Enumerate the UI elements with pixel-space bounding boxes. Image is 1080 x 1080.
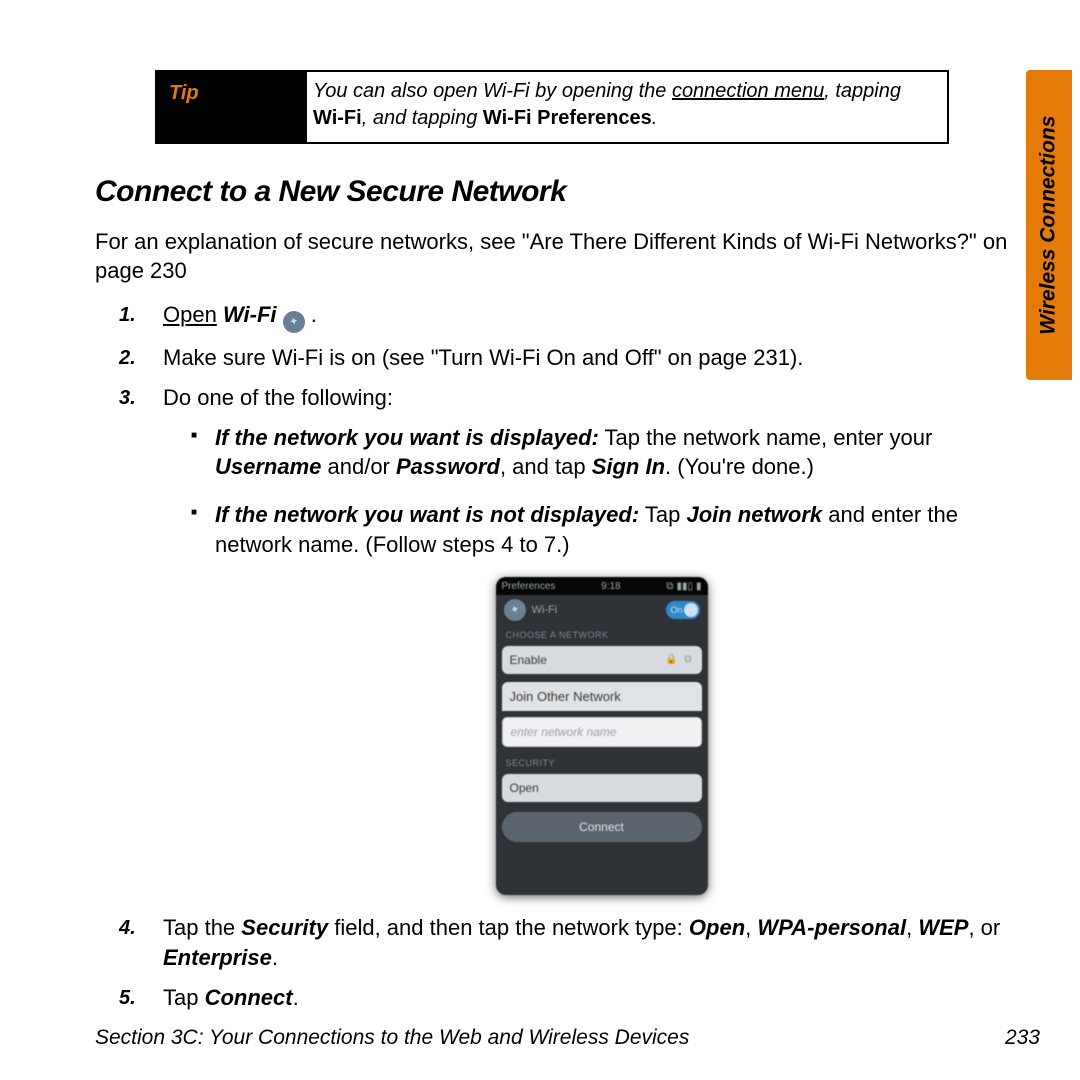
phone-app-menu[interactable]: Preferences: [502, 581, 556, 592]
tip-body: You can also open Wi-Fi by opening the c…: [307, 72, 947, 142]
connect-button[interactable]: Connect: [502, 812, 702, 842]
join-network-label: Join network: [686, 502, 822, 527]
sub-text: , and tap: [500, 454, 592, 479]
step-text: ,: [906, 915, 918, 940]
phone-screenshot: Preferences 9:18 ⧉ ▮▮▯ ▮ ✦ Wi-Fi: [163, 577, 1040, 895]
tip-box: Tip You can also open Wi-Fi by opening t…: [155, 70, 949, 144]
tip-bold: Wi-Fi: [313, 107, 362, 129]
tip-text: .: [652, 107, 658, 129]
phone-wifi-row: ✦ Wi-Fi On: [496, 595, 708, 625]
step-text: Tap the: [163, 915, 241, 940]
join-other-network-header: Join Other Network: [502, 682, 702, 712]
type-enterprise: Enterprise: [163, 945, 272, 970]
side-tab-wireless-connections: Wireless Connections: [1026, 70, 1072, 380]
choose-network-header: CHOOSE A NETWORK: [496, 625, 708, 643]
step-text: field, and then tap the network type:: [328, 915, 689, 940]
sub-lead: If the network you want is not displayed…: [215, 502, 639, 527]
step-text: .: [305, 302, 317, 327]
step-3: Do one of the following: If the network …: [155, 383, 1040, 895]
phone-clock: 9:18: [601, 580, 620, 594]
wifi-icon: ✦: [501, 597, 528, 624]
network-icons: 🔒 ⧉: [665, 653, 693, 667]
step-text: Tap: [163, 985, 205, 1010]
step-text: Do one of the following:: [163, 385, 393, 410]
wifi-status-icon: ⧉: [666, 580, 673, 594]
intro-paragraph: For an explanation of secure networks, s…: [95, 227, 1040, 286]
wifi-icon: ✦: [280, 309, 307, 336]
step-5: Tap Connect.: [155, 983, 1040, 1013]
wifi-toggle[interactable]: On: [666, 601, 700, 619]
tip-text: , and tapping: [362, 107, 483, 129]
phone-frame: Preferences 9:18 ⧉ ▮▮▯ ▮ ✦ Wi-Fi: [496, 577, 708, 895]
phone-status-icons: ⧉ ▮▮▯ ▮: [666, 580, 701, 594]
tip-text: You can also open Wi-Fi by opening the: [313, 80, 672, 102]
battery-icon: ▮: [696, 580, 702, 594]
step-text: , or: [968, 915, 1000, 940]
tip-text: , tapping: [824, 80, 901, 102]
security-label: Security: [241, 915, 328, 940]
signal-icon: ▮▮▯: [676, 580, 693, 594]
step-3b: If the network you want is not displayed…: [191, 500, 1040, 559]
sub-text: . (You're done.): [665, 454, 814, 479]
wifi-signal-icon: ⧉: [684, 654, 693, 665]
password-label: Password: [396, 454, 500, 479]
page-number: 233: [1005, 1024, 1040, 1052]
tip-bold: Wi-Fi Preferences: [483, 107, 652, 129]
network-name-input[interactable]: enter network name: [502, 717, 702, 747]
connection-menu-link[interactable]: connection menu: [672, 80, 824, 102]
section-heading: Connect to a New Secure Network: [95, 172, 1040, 213]
security-field[interactable]: Open: [502, 774, 702, 802]
phone-wifi-label: Wi-Fi: [532, 603, 558, 618]
type-open: Open: [689, 915, 745, 940]
footer-section: Section 3C: Your Connections to the Web …: [95, 1024, 689, 1052]
lock-icon: 🔒: [665, 654, 679, 665]
step-2: Make sure Wi-Fi is on (see "Turn Wi-Fi O…: [155, 343, 1040, 373]
wifi-toggle-label: On: [671, 604, 683, 616]
sub-text: Tap: [639, 502, 686, 527]
network-name: Enable: [510, 652, 547, 668]
step-3-sublist: If the network you want is displayed: Ta…: [191, 423, 1040, 560]
page-footer: Section 3C: Your Connections to the Web …: [95, 1024, 1040, 1052]
step-text: .: [293, 985, 299, 1010]
signin-label: Sign In: [592, 454, 665, 479]
step-3a: If the network you want is displayed: Ta…: [191, 423, 1040, 482]
steps-list: Open Wi-Fi ✦ . Make sure Wi-Fi is on (se…: [115, 300, 1040, 1013]
security-value: Open: [510, 780, 539, 796]
username-label: Username: [215, 454, 321, 479]
step-text: ,: [745, 915, 757, 940]
network-row-enable[interactable]: Enable 🔒 ⧉: [502, 646, 702, 674]
connect-label: Connect: [205, 985, 293, 1010]
sub-text: Tap the network name, enter your: [599, 425, 932, 450]
open-link[interactable]: Open: [163, 302, 217, 327]
step-1: Open Wi-Fi ✦ .: [155, 300, 1040, 333]
step-text: .: [272, 945, 278, 970]
sub-lead: If the network you want is displayed:: [215, 425, 599, 450]
type-wpa: WPA-personal: [757, 915, 906, 940]
security-header: SECURITY: [496, 753, 708, 771]
step-4: Tap the Security field, and then tap the…: [155, 913, 1040, 972]
tip-label: Tip: [169, 80, 199, 107]
tip-label-cell: Tip: [157, 72, 307, 142]
type-wep: WEP: [918, 915, 968, 940]
wifi-label: Wi-Fi: [223, 302, 277, 327]
sub-text: and/or: [321, 454, 396, 479]
phone-statusbar: Preferences 9:18 ⧉ ▮▮▯ ▮: [496, 577, 708, 595]
